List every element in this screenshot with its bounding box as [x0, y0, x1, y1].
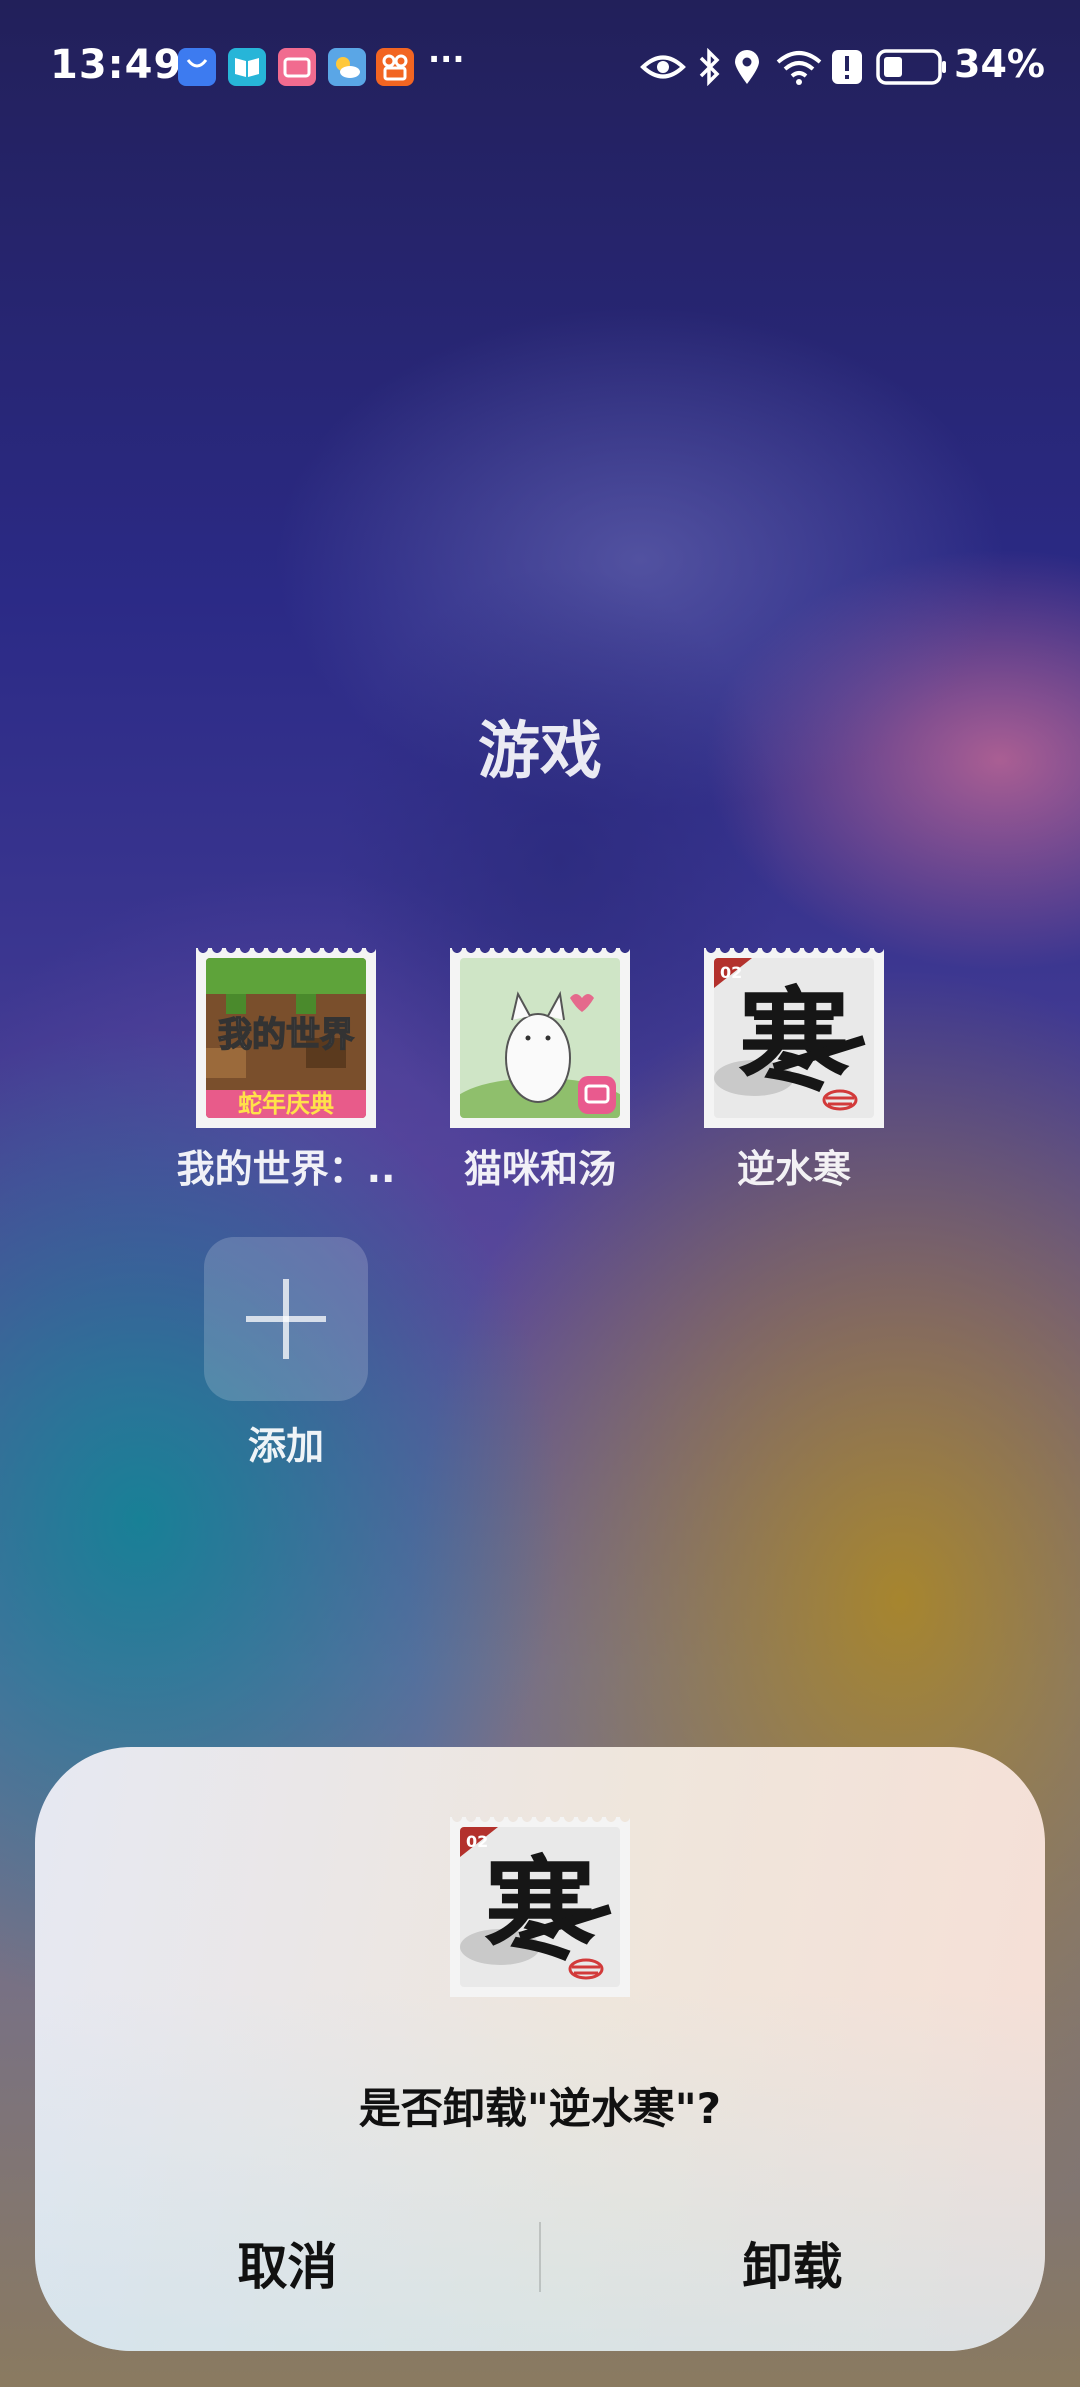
location-icon — [732, 48, 762, 90]
minecraft-icon-title: 我的世界 — [218, 1015, 354, 1055]
nishuihan-icon: 02 寒 — [704, 948, 884, 1128]
uninstall-dialog: 02 寒 是否卸载"逆水寒"? 取消 卸载 — [35, 1747, 1045, 2351]
uninstall-button[interactable]: 卸载 — [540, 2217, 1045, 2317]
add-label: 添加 — [247, 1424, 324, 1468]
book-reader-icon — [228, 48, 266, 86]
app-nishuihan[interactable]: 02 寒 逆水寒 — [674, 948, 914, 1193]
cat-soup-icon — [450, 948, 630, 1128]
alert-icon — [830, 48, 864, 90]
nishuihan-icon-char: 寒 — [738, 976, 850, 1107]
battery-percent: 34% — [954, 42, 1045, 86]
minecraft-icon: 我的世界 蛇年庆典 — [196, 948, 376, 1128]
bluetooth-icon — [696, 47, 722, 90]
minecraft-icon-subtitle: 蛇年庆典 — [238, 1090, 334, 1118]
app-label: 我的世界：.. — [176, 1147, 396, 1191]
more-notifications-indicator: ··· — [428, 40, 465, 78]
wifi-icon — [774, 48, 824, 90]
add-app-button[interactable]: 添加 — [166, 1237, 406, 1470]
dialog-icon-char: 寒 — [484, 1845, 596, 1976]
nishuihan-icon: 02 寒 — [450, 1817, 630, 1997]
kuaishou-icon — [376, 48, 414, 86]
app-label: 猫咪和汤 — [463, 1147, 616, 1191]
dialog-message: 是否卸载"逆水寒"? — [358, 2084, 722, 2133]
app-minecraft[interactable]: 我的世界 蛇年庆典 我的世界：.. — [166, 948, 406, 1193]
cancel-button[interactable]: 取消 — [35, 2217, 540, 2317]
plus-icon — [246, 1279, 326, 1359]
honor-store-icon — [178, 48, 216, 86]
eye-comfort-icon — [640, 48, 686, 90]
add-tile[interactable] — [204, 1237, 368, 1401]
weather-icon — [328, 48, 366, 86]
app-cat-soup[interactable]: 猫咪和汤 — [420, 948, 660, 1193]
clock: 13:49 — [50, 42, 183, 88]
folder-title[interactable]: 游戏 — [0, 700, 1080, 790]
status-bar: 13:49 ··· 34% — [0, 0, 1080, 140]
battery-icon — [876, 48, 948, 90]
app-label: 逆水寒 — [736, 1147, 851, 1191]
bilibili-app-icon — [278, 48, 316, 86]
